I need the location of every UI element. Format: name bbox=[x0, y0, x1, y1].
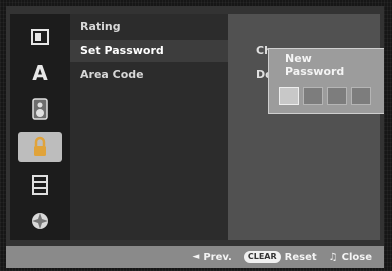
new-password-dialog: New Password bbox=[268, 48, 384, 114]
footer-bar: ◄ Prev. CLEAR Reset ♫ Close bbox=[6, 246, 384, 268]
lock-icon[interactable] bbox=[18, 132, 62, 162]
menu-item-rating[interactable]: Rating bbox=[80, 20, 121, 33]
dialog-title-line1: New bbox=[285, 52, 312, 65]
settings-menu: Rating Set Password Area Code bbox=[70, 14, 228, 240]
password-digit-2[interactable] bbox=[303, 87, 323, 105]
language-icon-glyph: A bbox=[32, 61, 48, 85]
category-icon-bar: A bbox=[10, 14, 70, 240]
prev-label: Prev. bbox=[203, 251, 232, 263]
close-hint[interactable]: ♫ Close bbox=[329, 252, 372, 263]
prev-hint[interactable]: ◄ Prev. bbox=[192, 252, 231, 263]
language-icon[interactable]: A bbox=[18, 58, 62, 88]
password-digit-3[interactable] bbox=[327, 87, 347, 105]
reset-label: Reset bbox=[284, 251, 317, 263]
audio-icon[interactable] bbox=[18, 94, 62, 124]
setup-screen: A Rating Set Password Area Code De New P… bbox=[6, 6, 384, 268]
dialog-title-line2: Password bbox=[285, 65, 345, 78]
left-arrow-icon: ◄ bbox=[192, 252, 200, 262]
password-digit-4[interactable] bbox=[351, 87, 371, 105]
disc-icon[interactable] bbox=[18, 206, 62, 236]
menu-item-set-password[interactable]: Set Password bbox=[80, 44, 164, 57]
password-digit-row bbox=[279, 87, 371, 105]
general-icon[interactable] bbox=[18, 22, 62, 52]
clear-button-icon: CLEAR bbox=[243, 251, 281, 263]
reset-hint[interactable]: CLEAR Reset bbox=[243, 251, 317, 263]
password-digit-1[interactable] bbox=[279, 87, 299, 105]
recording-icon[interactable] bbox=[18, 170, 62, 200]
return-icon: ♫ bbox=[328, 251, 338, 263]
menu-item-area-code[interactable]: Area Code bbox=[80, 68, 144, 81]
close-label: Close bbox=[341, 251, 372, 263]
